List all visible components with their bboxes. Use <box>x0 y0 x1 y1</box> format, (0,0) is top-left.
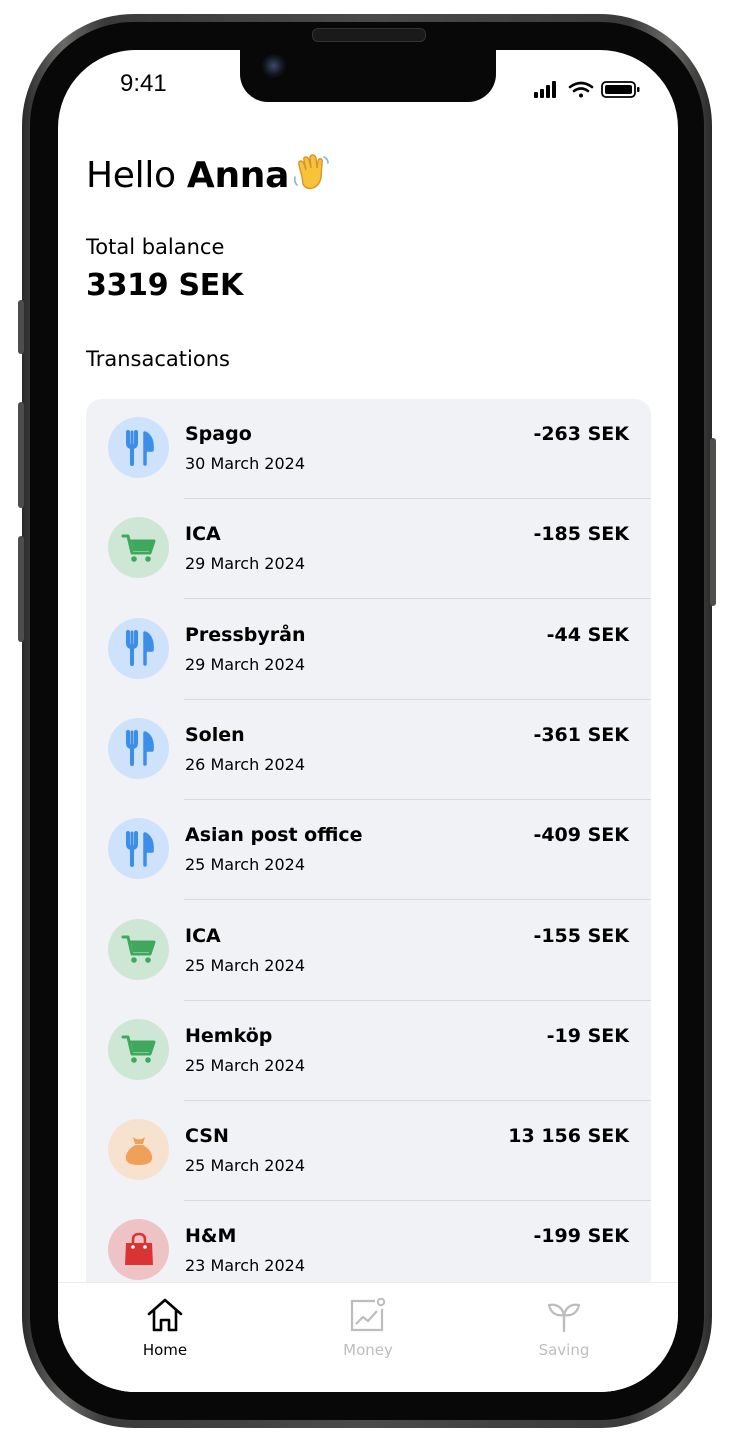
waving-hand-icon <box>294 154 329 190</box>
total-balance-label: Total balance <box>86 235 225 259</box>
transaction-name: Hemköp <box>185 1024 273 1047</box>
transaction-amount: -409 SEK <box>533 824 629 847</box>
app-screen: 9:41 Hello Anna Total balance 3319 SEK T… <box>58 50 678 1392</box>
transaction-date: 25 March 2024 <box>185 1055 306 1075</box>
tab-saving-label: Saving <box>538 1341 590 1359</box>
greeting-hello: Hello <box>86 155 176 196</box>
transaction-amount: -263 SEK <box>533 423 629 445</box>
fork-knife-icon <box>108 818 169 880</box>
transaction-date: 25 March 2024 <box>185 855 306 875</box>
transaction-name: CSN <box>185 1125 229 1148</box>
transaction-name: Asian post office <box>185 824 363 847</box>
fork-knife-icon <box>108 617 169 679</box>
transaction-amount: -44 SEK <box>546 623 629 646</box>
total-balance-amount: 3319 SEK <box>86 268 243 303</box>
fork-knife-icon <box>108 417 169 478</box>
transaction-amount: -155 SEK <box>533 924 629 947</box>
transaction-date: 30 March 2024 <box>185 454 306 473</box>
status-time: 9:41 <box>120 70 167 97</box>
transaction-name: Spago <box>185 423 252 445</box>
tab-money[interactable]: Money <box>308 1297 428 1359</box>
transactions-heading: Transacations <box>86 347 230 371</box>
transaction-name: Solen <box>185 723 245 746</box>
transaction-name: ICA <box>185 924 221 947</box>
sprout-icon <box>547 1303 581 1333</box>
transaction-name: H&M <box>185 1225 237 1248</box>
transaction-amount: -199 SEK <box>533 1225 629 1248</box>
cart-icon <box>108 918 169 980</box>
tab-home-label: Home <box>142 1341 188 1359</box>
speaker-grille <box>312 28 426 42</box>
greeting-name: Anna <box>186 155 290 196</box>
chart-icon <box>350 1297 386 1332</box>
transaction-date: 25 March 2024 <box>185 955 306 975</box>
tab-money-label: Money <box>343 1341 393 1359</box>
front-camera <box>262 54 288 80</box>
transaction-row[interactable]: CSN 25 March 2024 13 156 SEK <box>86 1101 651 1202</box>
transaction-row[interactable]: Solen 26 March 2024 -361 SEK <box>86 700 651 800</box>
transaction-amount: -19 SEK <box>546 1024 629 1047</box>
shopping-bag-icon <box>108 1219 169 1281</box>
power-button <box>710 438 716 606</box>
signal-icon <box>534 81 556 98</box>
fork-knife-icon <box>108 717 169 779</box>
status-icons <box>534 80 642 100</box>
cart-icon <box>108 517 169 579</box>
transaction-row[interactable]: Spago 30 March 2024 -263 SEK <box>86 399 651 499</box>
mute-switch <box>18 300 24 354</box>
volume-up-button <box>18 402 24 508</box>
bottom-tab-bar: Home Money Saving <box>58 1282 678 1392</box>
transaction-amount: -185 SEK <box>533 523 629 546</box>
transaction-date: 29 March 2024 <box>185 554 306 574</box>
transaction-date: 25 March 2024 <box>185 1156 306 1176</box>
greeting: Hello Anna <box>86 153 331 196</box>
transaction-date: 29 March 2024 <box>185 654 306 674</box>
transaction-name: Pressbyrån <box>185 623 306 646</box>
transaction-row[interactable]: Hemköp 25 March 2024 -19 SEK <box>86 1001 651 1101</box>
transaction-date: 26 March 2024 <box>185 754 306 774</box>
money-bag-icon <box>108 1119 169 1181</box>
tab-saving[interactable]: Saving <box>504 1297 624 1359</box>
wifi-icon <box>568 81 594 98</box>
transaction-row[interactable]: Asian post office 25 March 2024 -409 SEK <box>86 800 651 901</box>
home-icon <box>147 1298 183 1332</box>
transaction-row[interactable]: ICA 25 March 2024 -155 SEK <box>86 901 651 1001</box>
transaction-row[interactable]: ICA 29 March 2024 -185 SEK <box>86 499 651 600</box>
transaction-amount: -361 SEK <box>533 723 629 746</box>
transaction-row[interactable]: Pressbyrån 29 March 2024 -44 SEK <box>86 600 651 700</box>
cart-icon <box>108 1018 169 1080</box>
transaction-amount: 13 156 SEK <box>508 1125 629 1148</box>
tab-home[interactable]: Home <box>105 1297 225 1359</box>
transaction-name: ICA <box>185 523 221 546</box>
volume-down-button <box>18 536 24 642</box>
battery-icon <box>601 81 640 98</box>
transaction-list: Spago 30 March 2024 -263 SEK ICA 29 March 20… <box>86 399 651 1392</box>
transaction-date: 23 March 2024 <box>185 1256 306 1276</box>
